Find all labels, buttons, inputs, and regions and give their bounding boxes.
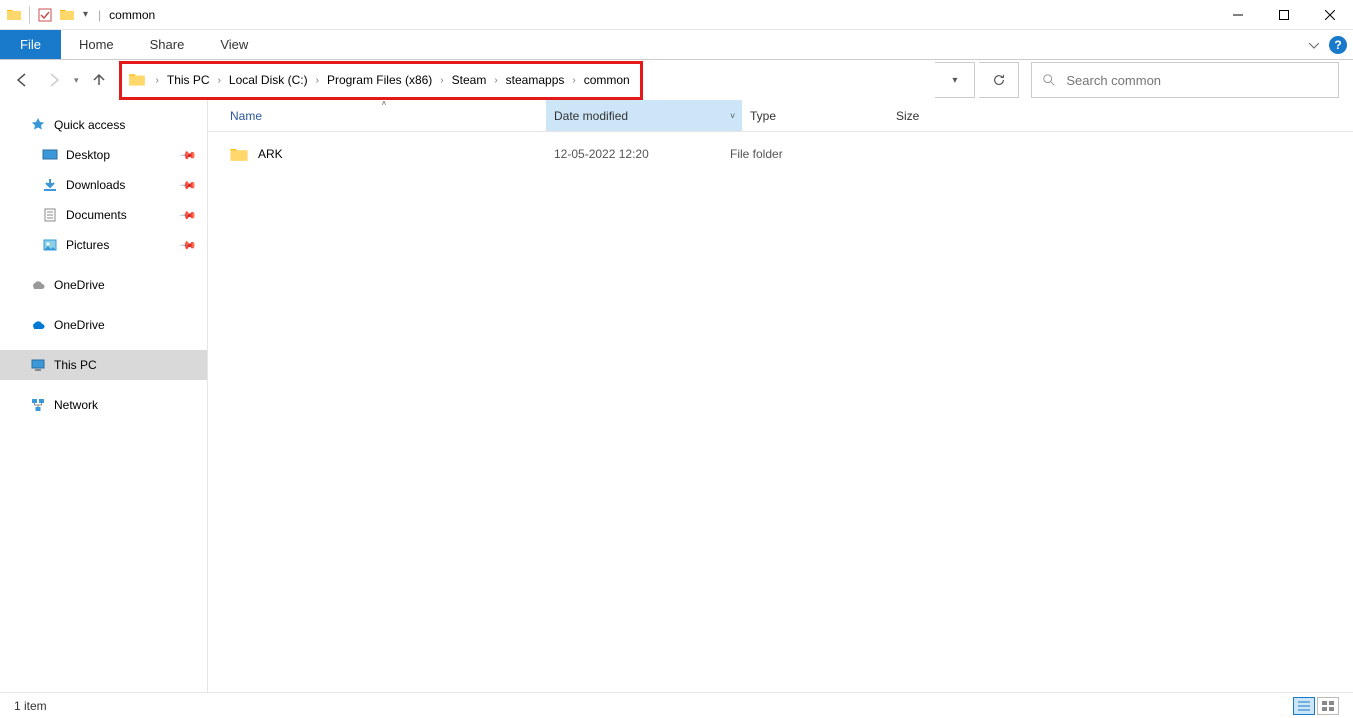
column-headers: Name ˄ Date modified ˅ Type Size	[208, 100, 1353, 132]
help-button[interactable]: ?	[1329, 36, 1347, 54]
onedrive-icon	[30, 317, 46, 333]
forward-button[interactable]	[40, 66, 68, 94]
chevron-right-icon[interactable]: ›	[568, 75, 579, 86]
column-size[interactable]: Size	[888, 100, 988, 131]
sidebar-item-pictures[interactable]: Pictures 📌	[0, 230, 207, 260]
sidebar-label: Downloads	[66, 178, 125, 192]
search-icon	[1042, 73, 1056, 87]
pictures-icon	[42, 237, 58, 253]
onedrive-icon	[30, 277, 46, 293]
column-date[interactable]: Date modified	[546, 100, 722, 131]
sidebar-quick-access[interactable]: Quick access	[0, 110, 207, 140]
sidebar-label: Pictures	[66, 238, 109, 252]
back-button[interactable]	[8, 66, 36, 94]
minimize-button[interactable]	[1215, 0, 1261, 30]
folder-icon	[230, 147, 248, 162]
breadcrumb-item[interactable]: Steam	[448, 71, 491, 89]
network-icon	[30, 397, 46, 413]
tab-home[interactable]: Home	[61, 30, 132, 59]
up-button[interactable]	[85, 66, 113, 94]
qat-properties-icon[interactable]	[37, 7, 53, 23]
tab-share[interactable]: Share	[132, 30, 203, 59]
details-view-button[interactable]	[1293, 697, 1315, 715]
sidebar-label: OneDrive	[54, 278, 105, 292]
file-name: ARK	[258, 147, 283, 161]
breadcrumb-item[interactable]: steamapps	[502, 71, 569, 89]
pin-icon: 📌	[179, 206, 198, 225]
status-bar: 1 item	[0, 692, 1353, 718]
tab-view[interactable]: View	[202, 30, 266, 59]
address-dropdown-button[interactable]: ▾	[935, 62, 975, 98]
file-tab[interactable]: File	[0, 30, 61, 59]
sidebar-item-documents[interactable]: Documents 📌	[0, 200, 207, 230]
file-type: File folder	[722, 147, 888, 161]
folder-icon	[6, 7, 22, 23]
refresh-button[interactable]	[979, 62, 1019, 98]
chevron-right-icon[interactable]: ›	[152, 75, 163, 86]
close-button[interactable]	[1307, 0, 1353, 30]
quick-access-icon	[30, 117, 46, 133]
maximize-button[interactable]	[1261, 0, 1307, 30]
sidebar-label: Desktop	[66, 148, 110, 162]
separator	[29, 6, 30, 24]
breadcrumb-item[interactable]: Program Files (x86)	[323, 71, 436, 89]
folder-icon	[59, 7, 75, 23]
qat-dropdown-icon[interactable]: ▾	[81, 9, 90, 20]
chevron-right-icon[interactable]: ›	[490, 75, 501, 86]
chevron-right-icon[interactable]: ›	[312, 75, 323, 86]
ribbon-expand-icon[interactable]	[1305, 36, 1323, 54]
breadcrumb-item[interactable]: This PC	[163, 71, 214, 89]
documents-icon	[42, 207, 58, 223]
window-title: common	[109, 8, 155, 22]
sidebar-label: This PC	[54, 358, 97, 372]
search-box[interactable]	[1031, 62, 1339, 98]
sidebar-label: Network	[54, 398, 98, 412]
sidebar-this-pc[interactable]: This PC	[0, 350, 207, 380]
sidebar: Quick access Desktop 📌 Downloads 📌 Docum…	[0, 100, 208, 700]
sidebar-network[interactable]: Network	[0, 390, 207, 420]
sidebar-label: OneDrive	[54, 318, 105, 332]
nav-row: ▾ › This PC › Local Disk (C:) › Program …	[0, 60, 1353, 100]
breadcrumb-item[interactable]: Local Disk (C:)	[225, 71, 312, 89]
desktop-icon	[42, 147, 58, 163]
sidebar-item-desktop[interactable]: Desktop 📌	[0, 140, 207, 170]
recent-dropdown-icon[interactable]: ▾	[72, 75, 81, 86]
search-input[interactable]	[1066, 73, 1328, 88]
downloads-icon	[42, 177, 58, 193]
sidebar-label: Quick access	[54, 118, 125, 132]
pin-icon: 📌	[179, 146, 198, 165]
column-name[interactable]: Name ˄	[222, 100, 546, 131]
ribbon: File Home Share View ?	[0, 30, 1353, 60]
status-text: 1 item	[14, 699, 47, 713]
chevron-right-icon[interactable]: ›	[214, 75, 225, 86]
thumbnails-view-button[interactable]	[1317, 697, 1339, 715]
chevron-right-icon[interactable]: ›	[436, 75, 447, 86]
sidebar-onedrive[interactable]: OneDrive	[0, 310, 207, 340]
column-dropdown-icon[interactable]: ˅	[722, 100, 742, 131]
sidebar-onedrive[interactable]: OneDrive	[0, 270, 207, 300]
sort-asc-icon: ˄	[382, 99, 387, 108]
file-date: 12-05-2022 12:20	[546, 147, 722, 161]
column-type[interactable]: Type	[742, 100, 888, 131]
this-pc-icon	[30, 357, 46, 373]
file-row[interactable]: ARK 12-05-2022 12:20 File folder	[208, 140, 1353, 168]
breadcrumb-item[interactable]: common	[580, 71, 634, 89]
file-list: Name ˄ Date modified ˅ Type Size ARK 12-…	[208, 100, 1353, 700]
address-bar[interactable]: › This PC › Local Disk (C:) › Program Fi…	[119, 61, 643, 100]
sidebar-label: Documents	[66, 208, 127, 222]
pin-icon: 📌	[179, 176, 198, 195]
title-bar: ▾ | common	[0, 0, 1353, 30]
folder-icon	[128, 71, 152, 89]
pin-icon: 📌	[179, 236, 198, 255]
sidebar-item-downloads[interactable]: Downloads 📌	[0, 170, 207, 200]
